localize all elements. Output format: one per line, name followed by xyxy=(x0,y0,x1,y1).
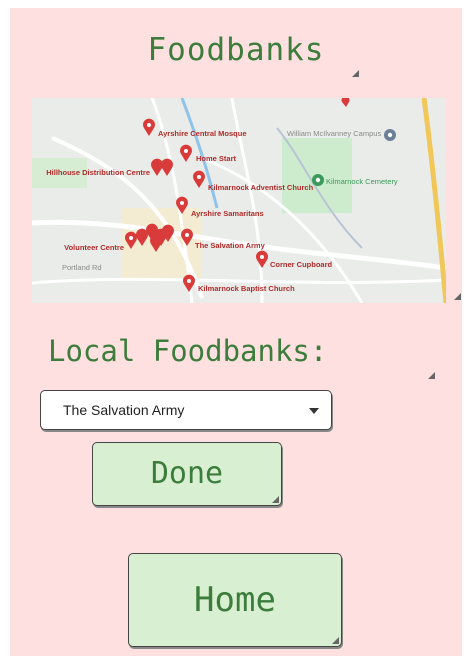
map-label: Corner Cupboard xyxy=(270,260,333,269)
resize-handle-icon xyxy=(428,372,435,379)
map-label: Volunteer Centre xyxy=(64,243,124,252)
map-label: Home Start xyxy=(196,154,237,163)
foodbank-dropdown[interactable]: The Salvation Army xyxy=(40,390,332,430)
map-label: The Salvation Army xyxy=(195,241,266,250)
map-label: Hillhouse Distribution Centre xyxy=(46,168,150,177)
place-marker-icon xyxy=(384,129,396,141)
resize-handle-icon xyxy=(454,293,461,300)
local-foodbanks-heading: Local Foodbanks: xyxy=(48,334,328,368)
done-button[interactable]: Done xyxy=(92,442,282,506)
map-label: Ayrshire Samaritans xyxy=(191,209,264,218)
foodbank-map[interactable]: Ayrshire Central Mosque Home Start Hillh… xyxy=(32,98,446,303)
place-marker-icon xyxy=(312,174,324,186)
home-button-label: Home xyxy=(194,580,276,620)
resize-handle-icon xyxy=(332,637,339,644)
app-screen: Foodbanks Ayrshire Central Mosque Home S… xyxy=(10,8,462,656)
map-label-line: Hillhouse Distribution Centre xyxy=(46,168,150,177)
map-place-label: William McIlvanney Campus xyxy=(287,129,381,138)
map-canvas: Ayrshire Central Mosque Home Start Hillh… xyxy=(32,98,446,303)
map-label: Kilmarnock Adventist Church xyxy=(208,183,314,192)
map-road-label: Portland Rd xyxy=(62,263,102,272)
map-place-label: Kilmarnock Cemetery xyxy=(326,177,398,186)
map-label: Kilmarnock Baptist Church xyxy=(198,284,295,293)
resize-handle-icon xyxy=(272,496,279,503)
map-label: Ayrshire Central Mosque xyxy=(158,129,247,138)
chevron-down-icon xyxy=(309,408,319,414)
resize-handle-icon xyxy=(352,70,359,77)
done-button-label: Done xyxy=(150,456,224,491)
dropdown-selected-value: The Salvation Army xyxy=(63,402,185,418)
home-button[interactable]: Home xyxy=(128,553,342,647)
page-title: Foodbanks xyxy=(147,32,325,68)
